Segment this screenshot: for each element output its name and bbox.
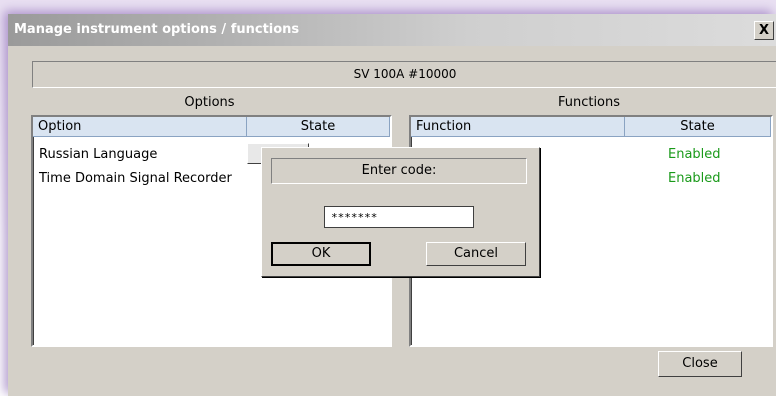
functions-header: Function State: [411, 117, 771, 137]
functions-section-label: Functions: [557, 95, 621, 110]
options-section-label: Options: [184, 95, 235, 110]
device-name: SV 100A #10000: [32, 61, 776, 88]
column-header-state[interactable]: State: [247, 117, 390, 137]
close-window-icon[interactable]: X: [754, 21, 774, 40]
title-bar[interactable]: Manage instrument options / functions X: [8, 14, 776, 46]
window-title: Manage instrument options / functions: [14, 22, 300, 37]
function-state: Enabled: [668, 147, 721, 162]
column-header-function[interactable]: Function: [411, 117, 625, 137]
cancel-button[interactable]: Cancel: [426, 242, 526, 266]
close-button[interactable]: Close: [658, 351, 742, 377]
option-row-label[interactable]: Russian Language: [39, 147, 157, 162]
column-header-option[interactable]: Option: [33, 117, 247, 137]
ok-button[interactable]: OK: [271, 242, 371, 266]
enter-code-popup: Enter code: ******* OK Cancel: [261, 147, 540, 277]
options-header: Option State: [33, 117, 390, 137]
column-header-state[interactable]: State: [625, 117, 771, 137]
enter-code-label: Enter code:: [271, 158, 527, 184]
manage-options-dialog: Manage instrument options / functions X …: [8, 14, 776, 396]
function-state: Enabled: [668, 171, 721, 186]
code-input[interactable]: *******: [324, 206, 474, 228]
option-row-label[interactable]: Time Domain Signal Recorder: [39, 171, 232, 186]
